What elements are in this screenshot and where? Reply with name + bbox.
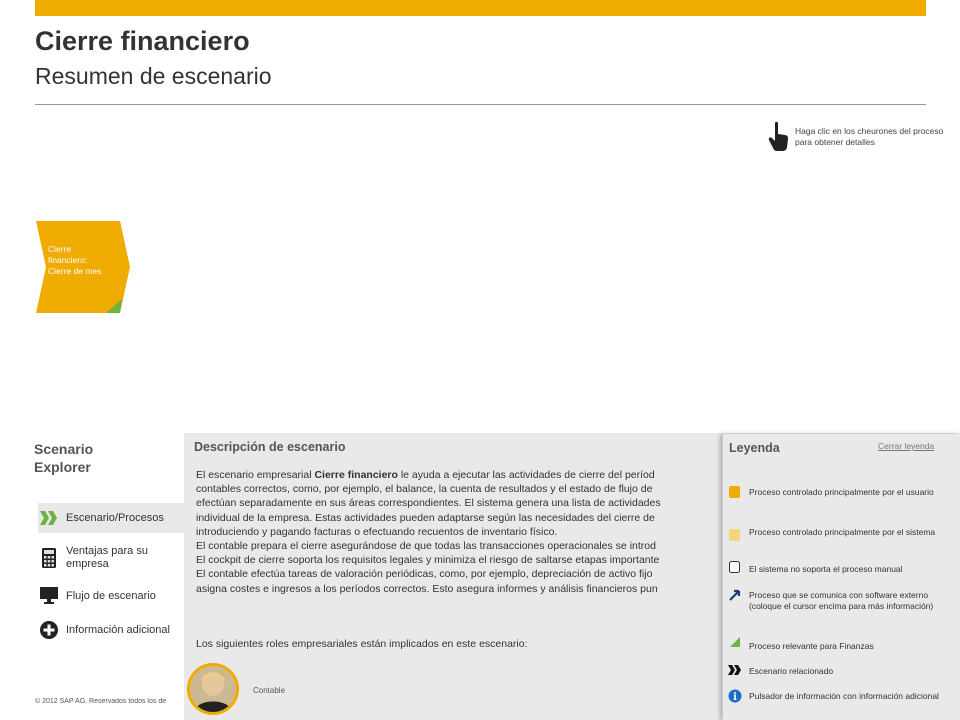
related-scenario-icon bbox=[728, 663, 742, 677]
legend-panel bbox=[722, 434, 960, 720]
nav-item-flujo[interactable]: Flujo de escenario bbox=[38, 581, 186, 611]
close-legend-link[interactable]: Cerrar leyenda bbox=[878, 441, 934, 451]
nav-item-informacion[interactable]: Información adicional bbox=[38, 615, 186, 645]
nav-label: Ventajas para su empresa bbox=[66, 545, 148, 570]
legend-title: Leyenda bbox=[729, 441, 780, 455]
nav-item-ventajas[interactable]: Ventajas para su empresa bbox=[38, 543, 186, 573]
nav-item-escenario-procesos[interactable]: Escenario/Procesos bbox=[38, 503, 186, 533]
legend-item-label: Proceso controlado principalmente por el… bbox=[749, 487, 934, 497]
system-process-icon bbox=[728, 528, 742, 542]
page-title: Cierre financiero bbox=[35, 26, 250, 56]
info-button-icon: i bbox=[728, 689, 742, 703]
description-body: El escenario empresarial Cierre financie… bbox=[196, 469, 661, 595]
svg-text:i: i bbox=[733, 692, 737, 703]
description-title: Descripción de escenario bbox=[194, 440, 346, 454]
user-process-icon bbox=[728, 485, 742, 499]
nav-label: Información adicional bbox=[66, 624, 170, 636]
role-label[interactable]: Contable bbox=[253, 686, 285, 695]
legend-item-label: Pulsador de información con información … bbox=[749, 691, 939, 701]
finance-relevant-icon bbox=[728, 635, 742, 649]
legend-item-label: Escenario relacionado bbox=[749, 666, 834, 676]
nav-label: Flujo de escenario bbox=[66, 590, 156, 602]
external-software-icon bbox=[728, 588, 742, 602]
roles-intro: Los siguientes roles empresariales están… bbox=[196, 638, 528, 650]
legend-item-label: Proceso relevante para Finanzas bbox=[749, 641, 874, 651]
manual-process-icon bbox=[728, 560, 742, 574]
hint-text: Haga clic en los cheurones del proceso p… bbox=[795, 126, 944, 147]
chevron-label[interactable]: Cierre financiero: Cierre de mes bbox=[48, 244, 108, 277]
nav-label: Escenario/Procesos bbox=[66, 512, 164, 524]
legend-item-label: Proceso que se comunica con software ext… bbox=[749, 590, 934, 611]
monitor-icon bbox=[38, 585, 60, 607]
page-subtitle: Resumen de escenario bbox=[35, 63, 272, 89]
hand-pointer-icon bbox=[768, 121, 788, 151]
title-divider bbox=[35, 104, 926, 105]
scenario-explorer-title: Scenario Explorer bbox=[34, 441, 94, 475]
legend-item-label: El sistema no soporta el proceso manual bbox=[749, 564, 903, 574]
copyright: © 2012 SAP AG. Reservados todos los de bbox=[35, 698, 167, 705]
plus-circle-icon bbox=[38, 619, 60, 641]
double-chevron-icon bbox=[38, 507, 60, 529]
legend-item-label: Proceso controlado principalmente por el… bbox=[749, 527, 936, 537]
role-avatar[interactable] bbox=[187, 663, 239, 715]
top-accent-bar bbox=[35, 0, 926, 16]
calculator-icon bbox=[38, 547, 60, 569]
